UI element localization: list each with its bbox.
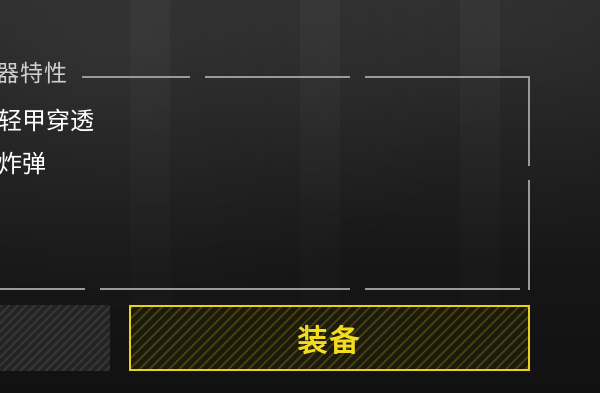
weapon-detail-screen: 器特性 轻甲穿透 炸弹 装备 <box>0 0 600 393</box>
secondary-action-button[interactable] <box>0 305 110 371</box>
equip-button-label: 装备 <box>297 324 362 359</box>
trait-bomb: 炸弹 <box>0 150 46 178</box>
equip-button[interactable]: 装备 <box>129 305 530 371</box>
trait-light-armor-penetration: 轻甲穿透 <box>0 107 94 135</box>
weapon-traits-title: 器特性 <box>0 61 68 87</box>
